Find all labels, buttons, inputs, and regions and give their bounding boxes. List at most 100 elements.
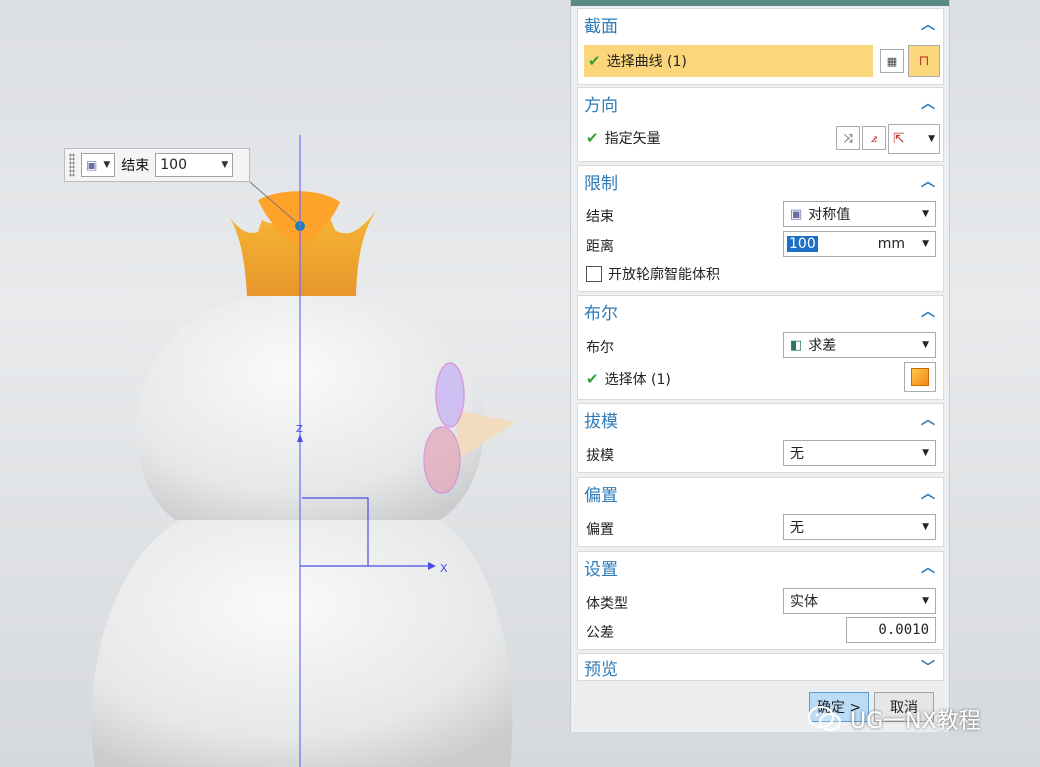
group-boolean-header[interactable]: 布尔 ︿ — [578, 296, 943, 326]
distance-input[interactable]: 100 mm ▼ — [783, 231, 936, 257]
body-type-dropdown[interactable]: 实体 ▼ — [783, 588, 936, 614]
dialog-title-bar[interactable] — [571, 0, 949, 6]
x-axis-label: X — [440, 562, 448, 575]
group-limits: 限制 ︿ 结束 ▣ 对称值 ▼ 距离 100 mm ▼ 开放轮廓智能体积 — [577, 165, 944, 292]
chevron-down-icon: ▼ — [928, 134, 935, 144]
orange-cube-icon — [911, 368, 929, 386]
mini-end-label: 结束 — [121, 158, 150, 174]
boolean-dropdown[interactable]: ◧ 求差 ▼ — [783, 332, 936, 358]
cube-value-icon: ▣ — [86, 158, 98, 172]
tolerance-value[interactable]: 0.0010 — [878, 622, 929, 638]
chevron-down-icon: ▼ — [922, 239, 929, 249]
group-draft: 拔模 ︿ 拔模 无 ▼ — [577, 403, 944, 473]
check-icon: ✔ — [586, 129, 599, 147]
tolerance-input[interactable]: 0.0010 — [846, 617, 936, 643]
collapse-chevron-icon[interactable]: ︿ — [919, 483, 937, 503]
distance-label: 距离 — [586, 239, 614, 255]
offset-label: 偏置 — [586, 522, 614, 538]
collapse-chevron-icon[interactable]: ︿ — [919, 14, 937, 34]
tolerance-label: 公差 — [586, 625, 614, 641]
z-axis-label: Z — [296, 424, 303, 435]
group-boolean: 布尔 ︿ 布尔 ◧ 求差 ▼ ✔ 选择体 (1) — [577, 295, 944, 400]
chevron-down-icon: ▼ — [103, 160, 111, 170]
distance-value[interactable]: 100 — [787, 236, 818, 252]
sketch-section-button[interactable]: ▦ — [880, 49, 904, 73]
group-limits-title: 限制 — [584, 173, 618, 194]
collapse-chevron-icon[interactable]: ︿ — [919, 557, 937, 577]
group-boolean-title: 布尔 — [584, 303, 618, 324]
open-profile-label: 开放轮廓智能体积 — [608, 267, 720, 283]
watermark-text: UG一NX教程 — [850, 709, 981, 734]
chevron-down-icon: ▼ — [922, 448, 929, 458]
end-type-mini-dropdown[interactable]: ▣ ▼ — [81, 153, 116, 177]
mini-end-value-input[interactable]: 100 ▼ — [155, 153, 234, 177]
group-settings-header[interactable]: 设置 ︿ — [578, 552, 943, 582]
offset-dropdown[interactable]: 无 ▼ — [783, 514, 936, 540]
group-draft-header[interactable]: 拔模 ︿ — [578, 404, 943, 434]
vector-type-dropdown[interactable]: ⇱ ▼ — [888, 124, 940, 154]
group-direction-header[interactable]: 方向 ︿ — [578, 88, 943, 118]
distance-unit: mm — [877, 236, 905, 252]
vector-icon: ⦨ — [870, 130, 878, 145]
snowman-model-scene[interactable]: X Z — [0, 0, 570, 767]
end-type-dropdown[interactable]: ▣ 对称值 ▼ — [783, 201, 936, 227]
group-offset-header[interactable]: 偏置 ︿ — [578, 478, 943, 508]
collapse-chevron-icon[interactable]: ︿ — [919, 409, 937, 429]
wechat-icon — [808, 706, 841, 731]
collapse-chevron-icon[interactable]: ︿ — [919, 171, 937, 191]
chevron-down-icon: ▼ — [922, 340, 929, 350]
open-profile-row[interactable]: 开放轮廓智能体积 — [586, 264, 935, 284]
snowman-lower-body — [91, 520, 513, 767]
group-offset-title: 偏置 — [584, 485, 618, 506]
select-body-button[interactable] — [904, 362, 936, 392]
draft-value: 无 — [790, 446, 804, 462]
group-direction-title: 方向 — [584, 95, 618, 116]
curve-icon: ⊓ — [918, 53, 930, 69]
mini-end-value: 100 — [160, 157, 187, 173]
cheek-curves — [423, 426, 461, 494]
body-type-label: 体类型 — [586, 596, 628, 612]
collapse-chevron-icon[interactable]: ︿ — [919, 301, 937, 321]
floating-mini-toolbar: ▣ ▼ 结束 100 ▼ — [64, 148, 250, 182]
body-type-value: 实体 — [790, 594, 818, 610]
boolean-value: 求差 — [808, 338, 837, 354]
reverse-arrows-icon: ⤨ — [843, 130, 853, 145]
chevron-down-icon: ▼ — [221, 160, 229, 170]
chevron-down-icon: ▼ — [922, 209, 929, 219]
group-preview-title: 预览 — [584, 659, 618, 680]
extrude-dialog: 截面 ︿ ✔ 选择曲线 (1) ▦ ⊓ 方向 ︿ ✔ 指定矢量 ⤨ ⦨ ⇱ ▼ … — [570, 0, 950, 732]
collapse-chevron-icon[interactable]: ︿ — [919, 93, 937, 113]
end-type-value: 对称值 — [808, 207, 851, 223]
vector-dialog-button[interactable]: ⦨ — [862, 126, 886, 150]
group-limits-header[interactable]: 限制 ︿ — [578, 166, 943, 196]
reverse-direction-button[interactable]: ⤨ — [836, 126, 860, 150]
expand-chevron-icon[interactable]: ﹀ — [919, 657, 937, 677]
draft-label: 拔模 — [586, 448, 614, 464]
group-direction: 方向 ︿ ✔ 指定矢量 ⤨ ⦨ ⇱ ▼ — [577, 87, 944, 162]
specify-vector-label: 指定矢量 — [604, 131, 661, 147]
check-icon: ✔ — [588, 52, 601, 70]
eye-curves — [435, 362, 465, 428]
group-settings-title: 设置 — [584, 559, 618, 580]
offset-value: 无 — [790, 520, 804, 536]
select-curve-row[interactable]: ✔ 选择曲线 (1) — [584, 45, 873, 77]
check-icon: ✔ — [586, 370, 599, 388]
open-profile-checkbox[interactable] — [586, 266, 602, 282]
sketch-icon: ▦ — [886, 54, 898, 68]
group-section-header[interactable]: 截面 ︿ — [578, 9, 943, 39]
graphics-viewport[interactable]: X Z ▣ ▼ 结束 100 ▼ — [0, 0, 570, 767]
select-body-row[interactable]: ✔ 选择体 (1) — [586, 369, 935, 389]
end-label: 结束 — [586, 209, 614, 225]
select-curve-label: 选择曲线 (1) — [606, 54, 687, 70]
chevron-down-icon: ▼ — [922, 596, 929, 606]
group-section-title: 截面 — [584, 16, 618, 37]
chevron-down-icon: ▼ — [922, 522, 929, 532]
drag-grip-icon[interactable] — [69, 153, 75, 177]
subtract-icon: ◧ — [790, 337, 803, 353]
group-preview: 预览 ﹀ — [577, 653, 944, 681]
draft-dropdown[interactable]: 无 ▼ — [783, 440, 936, 466]
csys-vector-icon: ⇱ — [893, 131, 905, 147]
curve-select-button[interactable]: ⊓ — [908, 45, 940, 77]
group-preview-header[interactable]: 预览 ﹀ — [578, 654, 943, 680]
group-draft-title: 拔模 — [584, 411, 618, 432]
